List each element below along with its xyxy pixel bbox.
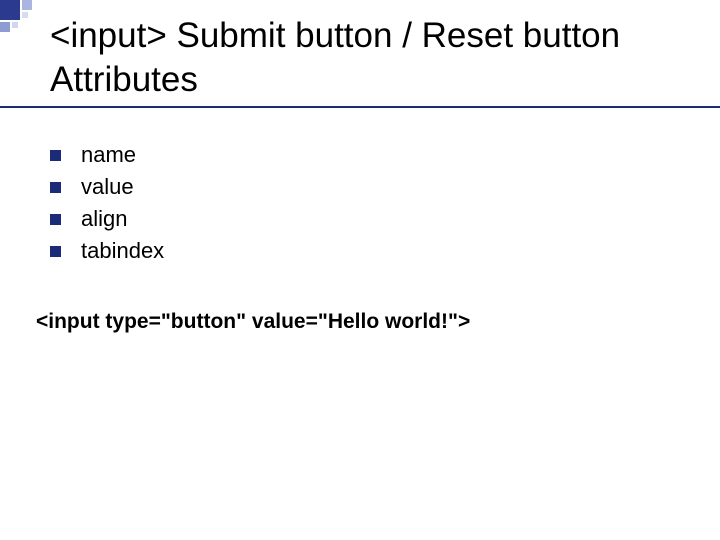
slide-corner-decoration bbox=[0, 0, 48, 38]
bullet-square-icon bbox=[50, 182, 61, 193]
bullet-label: tabindex bbox=[81, 238, 164, 264]
list-item: align bbox=[50, 206, 164, 232]
list-item: tabindex bbox=[50, 238, 164, 264]
bullet-square-icon bbox=[50, 150, 61, 161]
bullet-square-icon bbox=[50, 246, 61, 257]
title-underline bbox=[0, 106, 720, 108]
code-example: <input type="button" value="Hello world!… bbox=[36, 310, 470, 334]
bullet-list: name value align tabindex bbox=[50, 142, 164, 270]
list-item: name bbox=[50, 142, 164, 168]
bullet-square-icon bbox=[50, 214, 61, 225]
bullet-label: value bbox=[81, 174, 134, 200]
bullet-label: name bbox=[81, 142, 136, 168]
list-item: value bbox=[50, 174, 164, 200]
bullet-label: align bbox=[81, 206, 127, 232]
slide-title: <input> Submit button / Reset button Att… bbox=[50, 14, 690, 102]
